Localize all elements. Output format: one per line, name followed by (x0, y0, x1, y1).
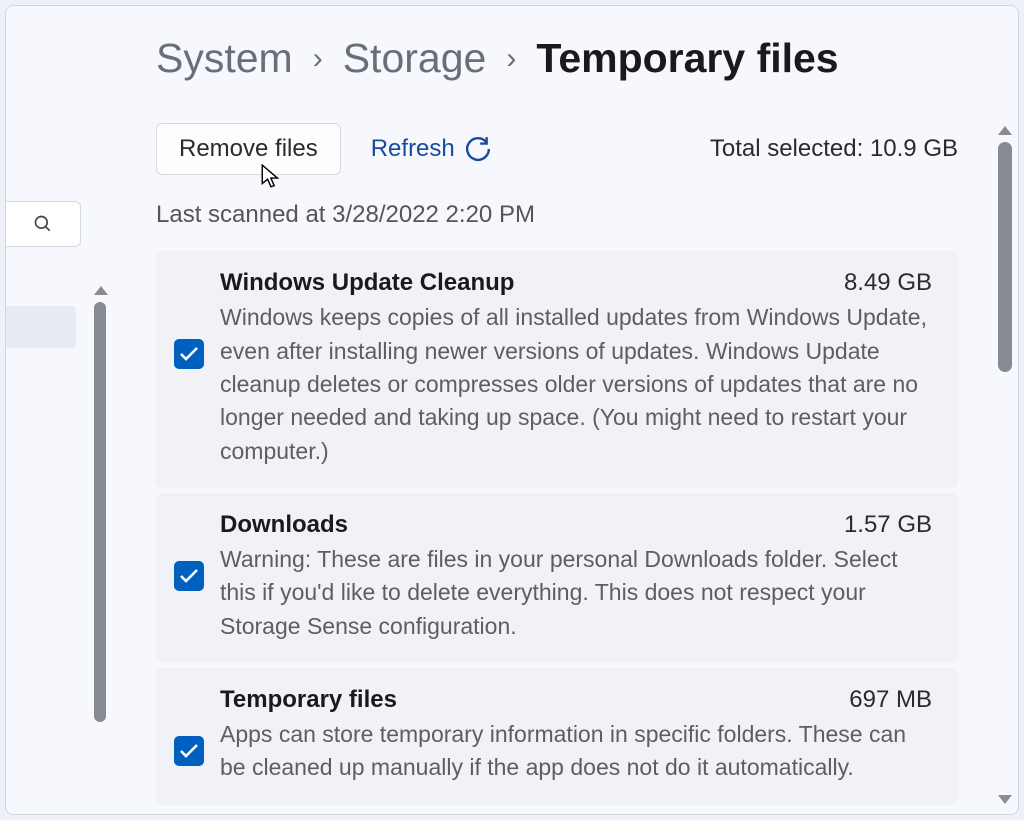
breadcrumb-storage[interactable]: Storage (343, 34, 487, 83)
remove-files-button[interactable]: Remove files (156, 123, 341, 175)
item-size: 697 MB (849, 686, 932, 714)
check-icon (179, 743, 199, 759)
list-item[interactable]: Downloads 1.57 GB Warning: These are fil… (156, 493, 958, 663)
item-description: Apps can store temporary information in … (220, 718, 932, 785)
checkbox[interactable] (174, 736, 204, 766)
content-panel: System › Storage › Temporary files Remov… (90, 6, 1018, 814)
list-item[interactable]: Temporary files 697 MB Apps can store te… (156, 668, 958, 805)
chevron-right-icon: › (506, 41, 516, 77)
breadcrumb-current: Temporary files (536, 34, 838, 83)
sidebar (6, 6, 90, 814)
total-selected-label: Total selected: (710, 135, 870, 162)
item-body: Downloads 1.57 GB Warning: These are fil… (220, 511, 932, 643)
item-body: Temporary files 697 MB Apps can store te… (220, 686, 932, 785)
check-icon (179, 568, 199, 584)
actions-row: Remove files Refresh Total selected: 10.… (156, 123, 958, 175)
search-icon (33, 214, 53, 234)
main-scrollbar[interactable] (998, 126, 1012, 804)
scroll-up-icon[interactable] (998, 126, 1012, 135)
checkbox[interactable] (174, 561, 204, 591)
check-icon (179, 346, 199, 362)
item-title: Downloads (220, 511, 348, 539)
total-selected: Total selected: 10.9 GB (710, 135, 958, 163)
temp-files-list: Windows Update Cleanup 8.49 GB Windows k… (156, 251, 958, 804)
scroll-down-icon[interactable] (998, 795, 1012, 804)
item-description: Warning: These are files in your persona… (220, 543, 932, 643)
scroll-thumb[interactable] (998, 142, 1012, 372)
breadcrumb: System › Storage › Temporary files (156, 34, 958, 83)
item-size: 1.57 GB (844, 511, 932, 539)
cursor-icon (261, 164, 283, 190)
chevron-right-icon: › (313, 41, 323, 77)
item-header: Downloads 1.57 GB (220, 511, 932, 539)
refresh-label: Refresh (371, 135, 455, 163)
last-scanned-text: Last scanned at 3/28/2022 2:20 PM (156, 201, 958, 229)
settings-window: System › Storage › Temporary files Remov… (5, 5, 1019, 815)
item-size: 8.49 GB (844, 269, 932, 297)
remove-files-label: Remove files (179, 135, 318, 162)
item-body: Windows Update Cleanup 8.49 GB Windows k… (220, 269, 932, 468)
item-title: Windows Update Cleanup (220, 269, 514, 297)
main-area: System › Storage › Temporary files Remov… (6, 6, 1018, 814)
item-description: Windows keeps copies of all installed up… (220, 301, 932, 468)
list-item[interactable]: Windows Update Cleanup 8.49 GB Windows k… (156, 251, 958, 488)
search-button[interactable] (6, 201, 81, 247)
checkbox[interactable] (174, 339, 204, 369)
total-selected-value: 10.9 GB (870, 135, 958, 162)
breadcrumb-system[interactable]: System (156, 34, 293, 83)
item-title: Temporary files (220, 686, 397, 714)
item-header: Windows Update Cleanup 8.49 GB (220, 269, 932, 297)
item-header: Temporary files 697 MB (220, 686, 932, 714)
refresh-icon (465, 136, 491, 162)
sidebar-item-active[interactable] (6, 306, 76, 348)
refresh-button[interactable]: Refresh (371, 135, 491, 163)
